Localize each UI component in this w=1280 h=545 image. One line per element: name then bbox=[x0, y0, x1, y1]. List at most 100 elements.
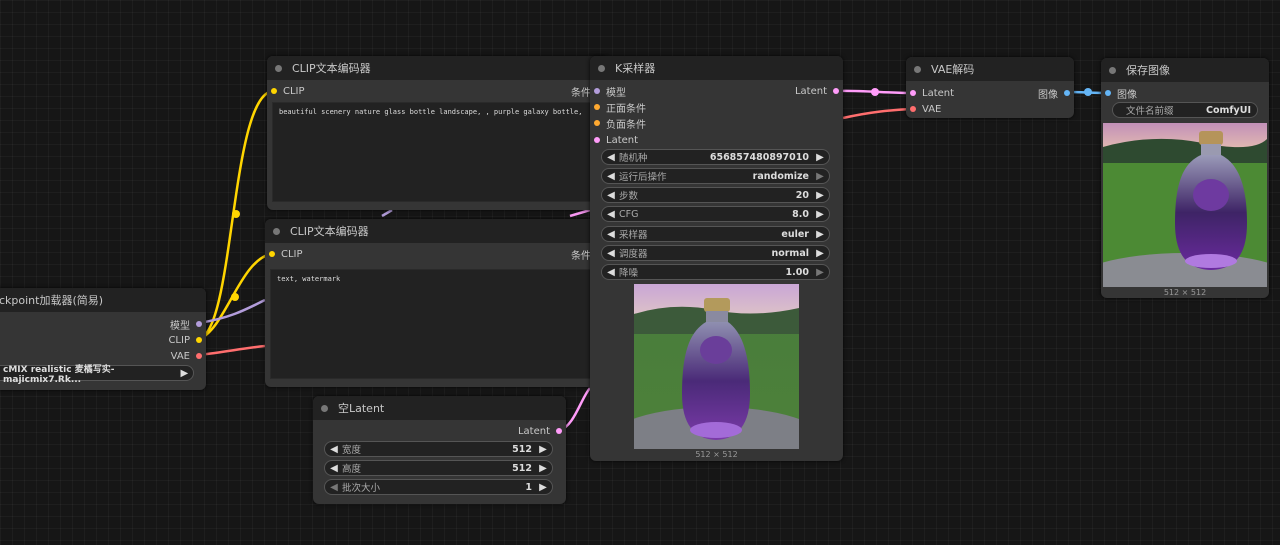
increment-arrow-icon[interactable]: ▶ bbox=[815, 209, 825, 220]
clip-output-dot[interactable] bbox=[196, 337, 202, 343]
input-slot-vae[interactable]: VAE bbox=[910, 102, 941, 116]
input-slot-negative[interactable]: 负面条件 bbox=[594, 116, 646, 131]
empty-latent-title-bar[interactable]: 空Latent bbox=[313, 396, 566, 420]
collapse-dot-icon[interactable] bbox=[598, 64, 605, 72]
clip-negative-title-bar[interactable]: CLIP文本编码器 bbox=[265, 219, 605, 243]
ksampler-title: K采样器 bbox=[615, 62, 656, 75]
collapse-dot-icon[interactable] bbox=[321, 404, 328, 412]
batch-size-widget[interactable]: ◀ 批次大小 1 ▶ bbox=[324, 479, 553, 495]
collapse-dot-icon[interactable] bbox=[273, 227, 280, 235]
decrement-arrow-icon[interactable]: ◀ bbox=[606, 152, 616, 163]
increment-arrow-icon[interactable]: ▶ bbox=[815, 171, 825, 182]
increment-arrow-icon[interactable]: ▶ bbox=[538, 444, 548, 455]
save-image-title-bar[interactable]: 保存图像 bbox=[1101, 58, 1269, 82]
increment-arrow-icon[interactable]: ▶ bbox=[815, 190, 825, 201]
decrement-arrow-icon[interactable]: ◀ bbox=[606, 171, 616, 182]
latent-input-dot[interactable] bbox=[594, 137, 600, 143]
output-slot-latent[interactable]: Latent bbox=[795, 84, 839, 98]
vae-decode-node[interactable]: VAE解码 Latent 图像 VAE bbox=[906, 57, 1074, 118]
decrement-arrow-icon[interactable]: ◀ bbox=[606, 190, 616, 201]
input-slot-model[interactable]: 模型 bbox=[594, 84, 626, 99]
filename-prefix-widget[interactable]: 文件名前缀 ComfyUI bbox=[1112, 102, 1258, 118]
wire-clip-negative bbox=[198, 252, 272, 341]
input-slot-latent[interactable]: Latent bbox=[910, 86, 954, 100]
input-slot-positive[interactable]: 正面条件 bbox=[594, 100, 646, 115]
vae-decode-title-bar[interactable]: VAE解码 bbox=[906, 57, 1074, 81]
latent-output-dot[interactable] bbox=[833, 88, 839, 94]
increment-arrow-icon[interactable]: ▶ bbox=[538, 463, 548, 474]
ckpt-name-combo[interactable]: cMIX realistic 麦橘写实-majicmix7.Rk... ▶ bbox=[0, 365, 194, 385]
latent-input-dot[interactable] bbox=[910, 90, 916, 96]
steps-widget[interactable]: ◀ 步数 20 ▶ bbox=[601, 187, 830, 203]
slot-label: CLIP bbox=[281, 248, 303, 260]
ksampler-node[interactable]: K采样器 模型 Latent 正面条件 负面条件 Latent ◀ 随机种 65… bbox=[590, 56, 843, 461]
clip-encoder-positive-node[interactable]: CLIP文本编码器 CLIP 条件 beautiful scenery natu… bbox=[267, 56, 607, 210]
wire-midpoint bbox=[1084, 88, 1092, 96]
output-slot-image[interactable]: 图像 bbox=[1038, 86, 1070, 101]
clip-encoder-negative-node[interactable]: CLIP文本编码器 CLIP 条件 text, watermark bbox=[265, 219, 605, 387]
vae-output-dot[interactable] bbox=[196, 353, 202, 359]
vae-input-dot[interactable] bbox=[910, 106, 916, 112]
output-slot-latent[interactable]: Latent bbox=[518, 424, 562, 438]
input-slot-latent[interactable]: Latent bbox=[594, 133, 638, 147]
widget-value: 512 bbox=[512, 462, 532, 474]
slot-label: Latent bbox=[922, 87, 955, 99]
input-slot-image[interactable]: 图像 bbox=[1105, 86, 1137, 101]
decrement-arrow-icon[interactable]: ◀ bbox=[329, 482, 339, 493]
scheduler-widget[interactable]: ◀ 调度器 normal ▶ bbox=[601, 245, 830, 261]
checkpoint-loader-node[interactable]: ckpoint加载器(简易) 模型 CLIP VAE cMIX realisti… bbox=[0, 288, 206, 390]
widget-value: 1 bbox=[525, 481, 532, 493]
combo-right-arrow-icon[interactable]: ▶ bbox=[180, 368, 189, 379]
collapse-dot-icon[interactable] bbox=[1109, 66, 1116, 74]
positive-prompt-textarea[interactable]: beautiful scenery nature glass bottle la… bbox=[272, 102, 598, 202]
preview-size-label: 512 × 512 bbox=[695, 450, 738, 459]
increment-arrow-icon[interactable]: ▶ bbox=[538, 482, 548, 493]
output-slot-conditioning[interactable]: 条件 bbox=[571, 247, 591, 262]
input-slot-clip[interactable]: CLIP bbox=[271, 84, 305, 98]
checkpoint-loader-title: ckpoint加载器(简易) bbox=[0, 294, 104, 307]
wire-vae-decode bbox=[842, 107, 914, 120]
output-slot-model[interactable]: 模型 bbox=[170, 317, 202, 332]
width-widget[interactable]: ◀ 宽度 512 ▶ bbox=[324, 441, 553, 457]
wire-midpoint bbox=[232, 210, 240, 218]
decrement-arrow-icon[interactable]: ◀ bbox=[606, 209, 616, 220]
control-after-generate-widget[interactable]: ◀ 运行后操作 randomize ▶ bbox=[601, 168, 830, 184]
decrement-arrow-icon[interactable]: ◀ bbox=[606, 248, 616, 259]
input-slot-clip[interactable]: CLIP bbox=[269, 247, 303, 261]
seed-widget[interactable]: ◀ 随机种 656857480897010 ▶ bbox=[601, 149, 830, 165]
model-output-dot[interactable] bbox=[196, 321, 202, 327]
decrement-arrow-icon[interactable]: ◀ bbox=[329, 463, 339, 474]
empty-latent-node[interactable]: 空Latent Latent ◀ 宽度 512 ▶ ◀ 高度 512 ▶ ◀ 批… bbox=[313, 396, 566, 504]
save-image-node[interactable]: 保存图像 图像 文件名前缀 ComfyUI 512 × 512 bbox=[1101, 58, 1269, 298]
increment-arrow-icon[interactable]: ▶ bbox=[815, 152, 825, 163]
ksampler-title-bar[interactable]: K采样器 bbox=[590, 56, 843, 80]
output-slot-clip[interactable]: CLIP bbox=[168, 333, 202, 347]
denoise-widget[interactable]: ◀ 降噪 1.00 ▶ bbox=[601, 264, 830, 280]
decrement-arrow-icon[interactable]: ◀ bbox=[329, 444, 339, 455]
increment-arrow-icon[interactable]: ▶ bbox=[815, 229, 825, 240]
model-input-dot[interactable] bbox=[594, 88, 600, 94]
latent-output-dot[interactable] bbox=[556, 428, 562, 434]
positive-input-dot[interactable] bbox=[594, 104, 600, 110]
decrement-arrow-icon[interactable]: ◀ bbox=[606, 267, 616, 278]
slot-label: CLIP bbox=[168, 334, 190, 346]
height-widget[interactable]: ◀ 高度 512 ▶ bbox=[324, 460, 553, 476]
wire-clip-positive bbox=[198, 89, 274, 341]
clip-input-dot[interactable] bbox=[271, 88, 277, 94]
increment-arrow-icon[interactable]: ▶ bbox=[815, 248, 825, 259]
cfg-widget[interactable]: ◀ CFG 8.0 ▶ bbox=[601, 206, 830, 222]
collapse-dot-icon[interactable] bbox=[275, 64, 282, 72]
image-input-dot[interactable] bbox=[1105, 90, 1111, 96]
clip-negative-title: CLIP文本编码器 bbox=[290, 225, 369, 238]
clip-input-dot[interactable] bbox=[269, 251, 275, 257]
collapse-dot-icon[interactable] bbox=[914, 65, 921, 73]
decrement-arrow-icon[interactable]: ◀ bbox=[606, 229, 616, 240]
negative-input-dot[interactable] bbox=[594, 120, 600, 126]
clip-positive-title-bar[interactable]: CLIP文本编码器 bbox=[267, 56, 607, 80]
checkpoint-loader-title-bar[interactable]: ckpoint加载器(简易) bbox=[0, 288, 206, 312]
increment-arrow-icon[interactable]: ▶ bbox=[815, 267, 825, 278]
sampler-widget[interactable]: ◀ 采样器 euler ▶ bbox=[601, 226, 830, 242]
image-output-dot[interactable] bbox=[1064, 90, 1070, 96]
negative-prompt-textarea[interactable]: text, watermark bbox=[270, 269, 596, 379]
output-slot-conditioning[interactable]: 条件 bbox=[571, 84, 591, 99]
